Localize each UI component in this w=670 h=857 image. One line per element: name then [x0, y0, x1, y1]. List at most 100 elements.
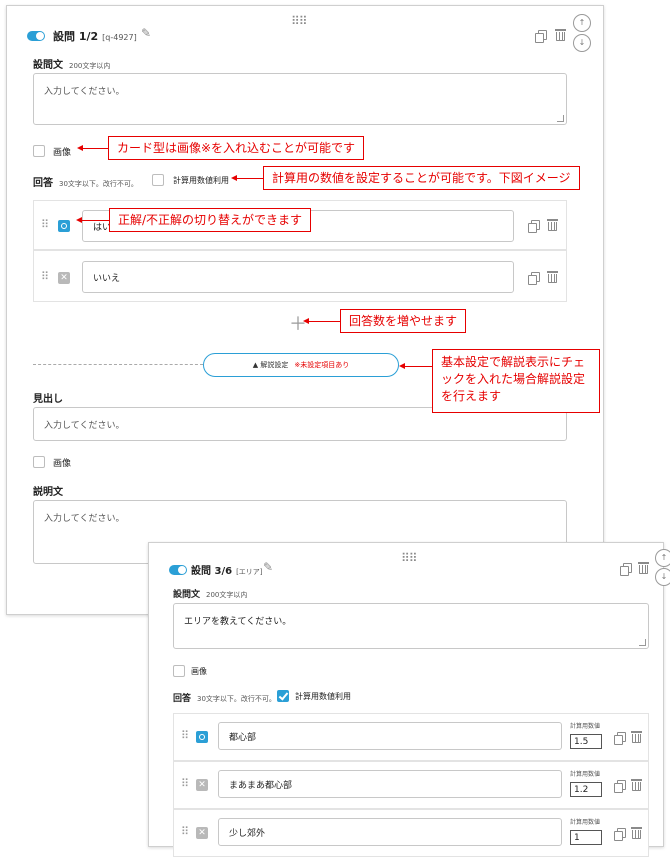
drag-handle-icon[interactable]: [181, 825, 189, 838]
correct-icon[interactable]: [196, 731, 208, 743]
trash-icon[interactable]: [547, 271, 558, 283]
copy-icon[interactable]: [528, 272, 540, 285]
callout-add: 回答数を増やせます: [340, 309, 467, 333]
image-checkbox[interactable]: [33, 456, 45, 468]
heading-label: 見出し: [33, 394, 63, 405]
calc-number-input[interactable]: 1.5: [570, 734, 602, 749]
callout-calc: 計算用の数値を設定することが可能です。下図イメージ: [263, 166, 580, 190]
trash-icon[interactable]: [638, 562, 649, 574]
callout-arrow: [399, 363, 432, 369]
answer-input[interactable]: 少し郊外: [218, 818, 562, 846]
callout-arrow: [303, 318, 340, 324]
answer-row: ✕ まあまあ都心部 計算用数値 1.2: [173, 761, 649, 809]
heading-placeholder: 入力してください。: [44, 421, 125, 431]
answer-input[interactable]: まあまあ都心部: [218, 770, 562, 798]
resize-handle-icon[interactable]: [639, 639, 646, 646]
callout-correct: 正解/不正解の切り替えができます: [109, 208, 312, 232]
incorrect-icon[interactable]: ✕: [58, 272, 70, 284]
toggle-icon[interactable]: [27, 31, 45, 41]
image-checkbox[interactable]: [33, 145, 45, 157]
trash-icon[interactable]: [631, 779, 642, 791]
drag-handle-icon[interactable]: [41, 218, 49, 231]
answer-label-text: 回答: [33, 178, 53, 189]
pencil-icon[interactable]: ✎: [141, 26, 151, 40]
question-placeholder: 入力してください。: [44, 87, 125, 97]
explain-warning: ※未設定項目あり: [294, 361, 350, 369]
correct-icon[interactable]: [58, 220, 70, 232]
incorrect-icon[interactable]: ✕: [196, 827, 208, 839]
answer-row: 都心部 計算用数値 1.5: [173, 713, 649, 761]
resize-handle-icon[interactable]: [557, 115, 564, 122]
question-label-text: 設問文: [33, 60, 63, 71]
arrow-down-icon[interactable]: ↓: [573, 34, 591, 52]
answer-value: まあまあ都心部: [229, 780, 293, 791]
drag-handle-icon[interactable]: [41, 270, 49, 283]
answer-label: 回答 30文字以下。改行不可。: [173, 691, 276, 704]
copy-icon[interactable]: [535, 30, 547, 43]
image-label: 画像: [191, 667, 207, 676]
drag-handle-icon[interactable]: ⠿⠿: [291, 14, 308, 28]
answer-label: 回答 30文字以下。改行不可。: [33, 174, 138, 189]
question-number: 設問 3/6: [191, 566, 233, 577]
explain-settings-button[interactable]: ▲ 解説設定 ※未設定項目あり: [203, 353, 399, 377]
calc-label: 計算用数値利用: [295, 692, 351, 701]
pencil-icon[interactable]: ✎: [263, 560, 273, 574]
callout-arrow: [231, 175, 263, 181]
question-tag: [エリア]: [236, 568, 263, 576]
question-value: エリアを教えてください。: [184, 617, 292, 627]
answer-value: 少し郊外: [229, 828, 266, 839]
copy-icon[interactable]: [528, 220, 540, 233]
arrow-down-icon[interactable]: ↓: [655, 568, 670, 586]
drag-handle-icon[interactable]: [181, 729, 189, 742]
image-label: 画像: [53, 459, 72, 469]
drag-handle-icon[interactable]: ⠿⠿: [401, 551, 418, 565]
question-hint: 200文字以内: [206, 591, 248, 599]
answer-row: ✕ いいえ: [33, 250, 567, 302]
calc-checkbox[interactable]: [152, 174, 164, 186]
toggle-icon[interactable]: [169, 565, 187, 575]
trash-icon[interactable]: [547, 219, 558, 231]
answer-row: ✕ 少し郊外 計算用数値 1: [173, 809, 649, 857]
image-label: 画像: [53, 148, 72, 158]
trash-icon[interactable]: [555, 29, 566, 41]
copy-icon[interactable]: [614, 780, 626, 793]
calc-number-input[interactable]: 1: [570, 830, 602, 845]
callout-arrow: [77, 145, 108, 151]
trash-icon[interactable]: [631, 731, 642, 743]
answer-input[interactable]: いいえ: [82, 261, 514, 293]
incorrect-icon[interactable]: ✕: [196, 779, 208, 791]
calc-number-label: 計算用数値: [570, 723, 601, 730]
answer-label-text: 回答: [173, 694, 192, 704]
callout-card-image: カード型は画像※を入れ込むことが可能です: [108, 136, 365, 160]
description-label: 説明文: [33, 487, 63, 498]
explain-label: ▲ 解説設定: [252, 361, 289, 369]
answer-hint: 30文字以下。改行不可。: [197, 695, 276, 703]
answer-value: いいえ: [93, 273, 121, 284]
arrow-up-icon[interactable]: ↑: [573, 14, 591, 32]
calc-number-label: 計算用数値: [570, 771, 601, 778]
description-placeholder: 入力してください。: [44, 514, 125, 524]
question-textarea[interactable]: エリアを教えてください。: [173, 603, 649, 649]
question-label: 設問文 200文字以内: [173, 587, 247, 600]
trash-icon[interactable]: [631, 827, 642, 839]
question-hint: 200文字以内: [69, 62, 111, 70]
answer-input[interactable]: 都心部: [218, 722, 562, 750]
answer-hint: 30文字以下。改行不可。: [59, 180, 138, 188]
image-checkbox[interactable]: [173, 665, 185, 677]
copy-icon[interactable]: [620, 563, 632, 576]
question-title: 設問 1/2 [q-4927]: [53, 28, 137, 44]
callout-explain: 基本設定で解説表示にチェックを入れた場合解説設定を行えます: [432, 349, 600, 413]
question-textarea[interactable]: 入力してください。: [33, 73, 567, 125]
question-label: 設問文 200文字以内: [33, 56, 110, 71]
answer-value: 都心部: [229, 732, 257, 743]
question-title: 設問 3/6 [エリア]: [191, 562, 263, 577]
calc-number-label: 計算用数値: [570, 819, 601, 826]
copy-icon[interactable]: [614, 732, 626, 745]
calc-label: 計算用数値利用: [173, 176, 229, 185]
calc-checkbox[interactable]: [277, 690, 289, 702]
divider: [33, 364, 203, 365]
copy-icon[interactable]: [614, 828, 626, 841]
arrow-up-icon[interactable]: ↑: [655, 549, 670, 567]
calc-number-input[interactable]: 1.2: [570, 782, 602, 797]
drag-handle-icon[interactable]: [181, 777, 189, 790]
